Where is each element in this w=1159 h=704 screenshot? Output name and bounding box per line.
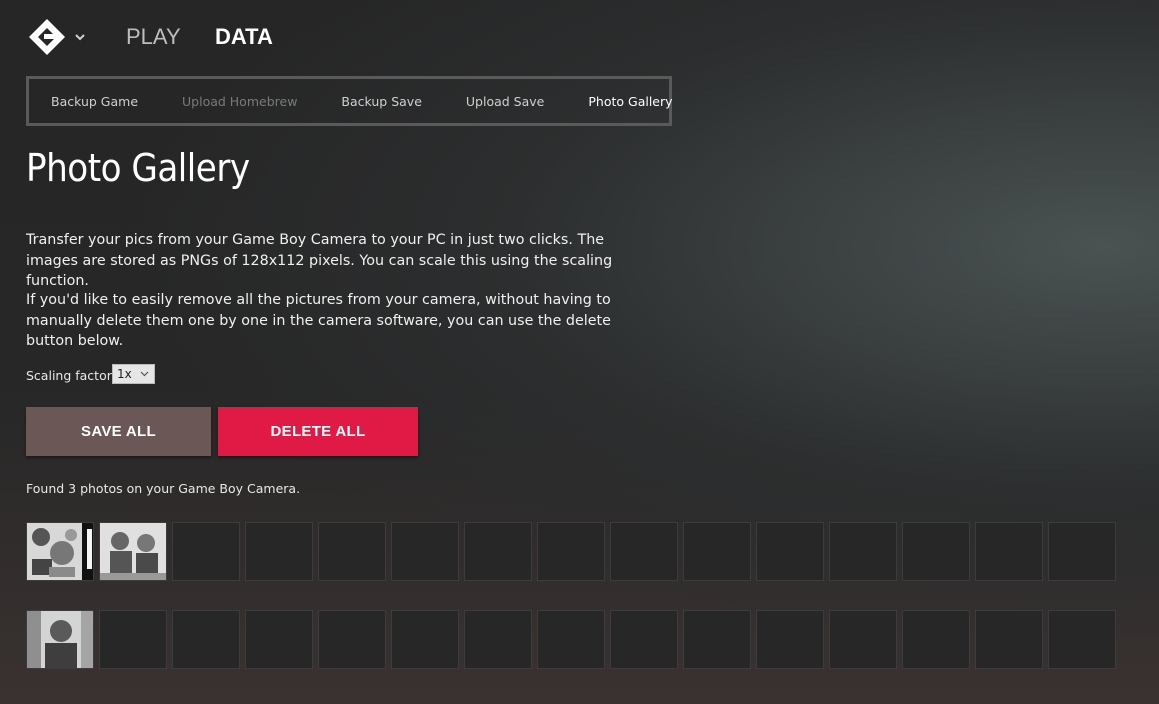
photo-slot-empty <box>318 522 386 581</box>
photo-thumbnail[interactable] <box>99 522 167 581</box>
photo-slot-empty <box>902 522 970 581</box>
app-logo-icon[interactable] <box>27 17 71 57</box>
scaling-factor-value: 1x <box>117 367 132 381</box>
delete-info-paragraph: If you'd like to easily remove all the p… <box>26 292 611 349</box>
photo-slot-empty <box>683 610 751 669</box>
photo-slot-empty <box>610 522 678 581</box>
photo-slot-empty <box>172 610 240 669</box>
description-paragraph: Transfer your pics from your Game Boy Ca… <box>26 232 613 289</box>
photo-slot-empty <box>318 610 386 669</box>
tab-upload-save[interactable]: Upload Save <box>444 94 566 109</box>
photo-slot-empty <box>756 610 824 669</box>
photo-slot-empty <box>464 610 532 669</box>
photo-slot-empty <box>829 522 897 581</box>
page-title: Photo Gallery <box>26 146 250 190</box>
photo-slot-empty <box>537 522 605 581</box>
photo-slot-empty <box>245 610 313 669</box>
photo-thumbnail[interactable] <box>26 522 94 581</box>
top-bar: PLAY DATA <box>0 0 1159 76</box>
status-text: Found 3 photos on your Game Boy Camera. <box>26 481 301 496</box>
photo-slot-empty <box>975 610 1043 669</box>
photo-slot-empty <box>99 610 167 669</box>
chevron-down-icon[interactable] <box>73 30 87 44</box>
save-all-button[interactable]: SAVE ALL <box>26 407 211 456</box>
photo-slot-empty <box>172 522 240 581</box>
photo-slot-empty <box>464 522 532 581</box>
photo-slot-empty <box>537 610 605 669</box>
tab-backup-game[interactable]: Backup Game <box>29 94 160 109</box>
photo-image <box>27 611 93 668</box>
photo-slot-empty <box>683 522 751 581</box>
photo-slot-empty <box>756 522 824 581</box>
tab-photo-gallery[interactable]: Photo Gallery <box>566 94 694 109</box>
delete-all-button[interactable]: DELETE ALL <box>218 407 418 456</box>
photo-slot-empty <box>1048 610 1116 669</box>
photo-image <box>100 523 166 580</box>
photo-slot-empty <box>902 610 970 669</box>
chevron-down-icon <box>140 371 149 377</box>
tab-backup-save[interactable]: Backup Save <box>319 94 443 109</box>
tab-upload-homebrew[interactable]: Upload Homebrew <box>160 94 319 109</box>
photo-slot-empty <box>1048 522 1116 581</box>
photo-grid-row <box>26 522 1116 581</box>
photo-grid-row <box>26 610 1116 669</box>
sub-navigation: Backup Game Upload Homebrew Backup Save … <box>26 76 673 126</box>
photo-image <box>27 523 93 580</box>
photo-slot-empty <box>245 522 313 581</box>
scaling-factor-label: Scaling factor: <box>26 368 116 383</box>
photo-slot-empty <box>975 522 1043 581</box>
scaling-factor-select[interactable]: 1x <box>112 364 155 384</box>
photo-thumbnail[interactable] <box>26 610 94 669</box>
nav-data[interactable]: DATA <box>215 24 273 50</box>
photo-slot-empty <box>391 522 459 581</box>
photo-slot-empty <box>610 610 678 669</box>
nav-play[interactable]: PLAY <box>126 24 181 50</box>
photo-slot-empty <box>829 610 897 669</box>
photo-slot-empty <box>391 610 459 669</box>
